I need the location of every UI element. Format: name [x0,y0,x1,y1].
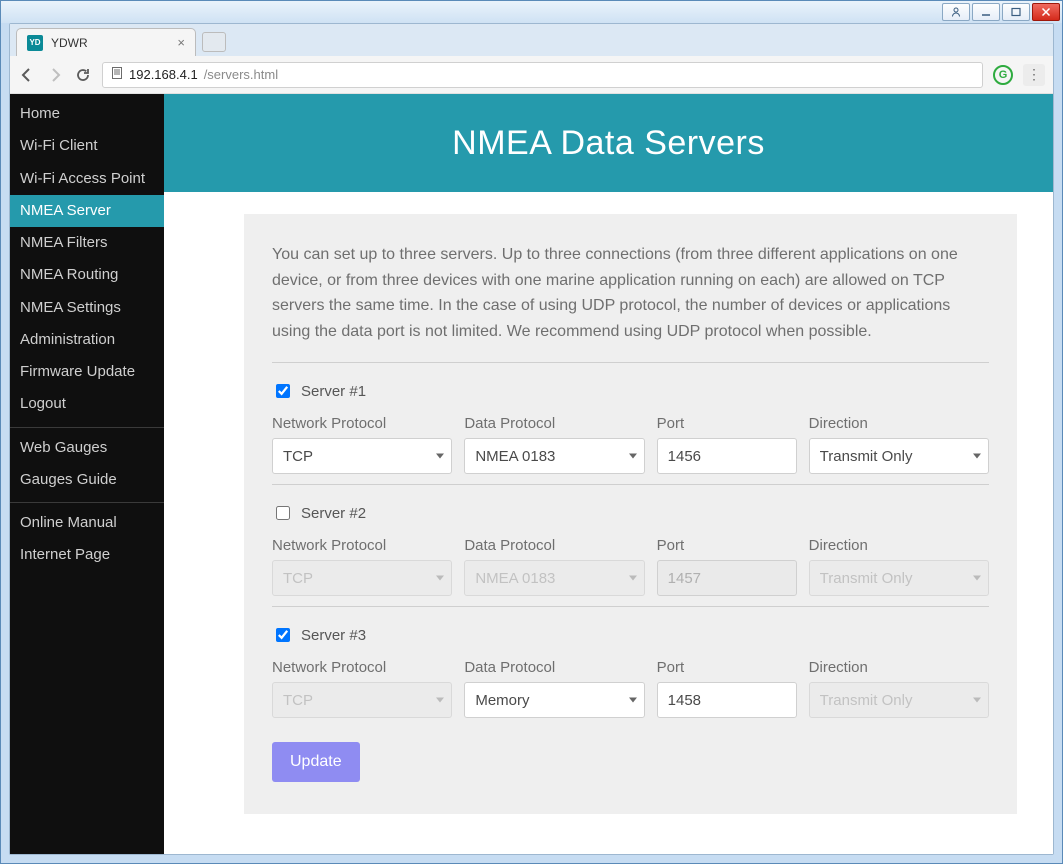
page-header: NMEA Data Servers [164,94,1053,192]
url-input[interactable]: 192.168.4.1/servers.html [102,62,983,88]
reload-icon[interactable] [74,66,92,84]
server-block-1: Server #1 Network Protocol TCP Data Prot… [272,381,989,474]
label-direction: Direction [809,415,989,432]
os-titlebar [1,1,1062,23]
label-data-protocol: Data Protocol [464,537,644,554]
server-head: Server #3 [272,625,989,645]
new-tab-button[interactable] [202,32,226,52]
sidebar-item-internet-page[interactable]: Internet Page [10,539,164,571]
direction-select[interactable]: Transmit Only [809,682,989,718]
server-title: Server #3 [301,627,366,644]
data-protocol-select[interactable]: NMEA 0183 [464,438,644,474]
os-window: YD YDWR × 192.168.4.1/servers.html [0,0,1063,864]
sidebar-item-nmea-server[interactable]: NMEA Server [10,195,164,227]
update-button[interactable]: Update [272,742,360,782]
browser-menu-icon[interactable]: ⋮ [1023,64,1045,86]
port-input[interactable] [657,438,797,474]
page-body: Home Wi-Fi Client Wi-Fi Access Point NME… [10,94,1053,854]
forward-icon[interactable] [46,66,64,84]
url-host: 192.168.4.1 [129,67,198,82]
divider [272,362,989,363]
data-protocol-select[interactable]: Memory [464,682,644,718]
close-button[interactable] [1032,3,1060,21]
sidebar-group: Home Wi-Fi Client Wi-Fi Access Point NME… [10,98,164,428]
content-area: NMEA Data Servers You can set up to thre… [164,94,1053,854]
maximize-button[interactable] [1002,3,1030,21]
sidebar-item-online-manual[interactable]: Online Manual [10,507,164,539]
tab-strip: YD YDWR × [10,24,1053,56]
label-data-protocol: Data Protocol [464,659,644,676]
sidebar: Home Wi-Fi Client Wi-Fi Access Point NME… [10,94,164,854]
direction-select[interactable]: Transmit Only [809,438,989,474]
sidebar-item-nmea-routing[interactable]: NMEA Routing [10,259,164,291]
divider [272,606,989,607]
direction-select[interactable]: Transmit Only [809,560,989,596]
sidebar-item-nmea-settings[interactable]: NMEA Settings [10,292,164,324]
url-path: /servers.html [204,67,278,82]
back-icon[interactable] [18,66,36,84]
sidebar-item-nmea-filters[interactable]: NMEA Filters [10,227,164,259]
server-enable-checkbox[interactable] [276,384,290,398]
port-input[interactable] [657,560,797,596]
settings-panel: You can set up to three servers. Up to t… [244,214,1017,814]
tab-close-icon[interactable]: × [177,35,185,50]
sidebar-item-wifi-client[interactable]: Wi-Fi Client [10,130,164,162]
server-title: Server #2 [301,505,366,522]
label-data-protocol: Data Protocol [464,415,644,432]
sidebar-item-administration[interactable]: Administration [10,324,164,356]
server-enable-checkbox[interactable] [276,628,290,642]
browser-tab[interactable]: YD YDWR × [16,28,196,56]
sidebar-item-gauges-guide[interactable]: Gauges Guide [10,464,164,496]
sidebar-group: Online Manual Internet Page [10,507,164,578]
data-protocol-select[interactable]: NMEA 0183 [464,560,644,596]
label-network-protocol: Network Protocol [272,659,452,676]
label-direction: Direction [809,537,989,554]
label-port: Port [657,415,797,432]
extension-icon[interactable]: G [993,65,1013,85]
browser-toolbar: 192.168.4.1/servers.html G ⋮ [10,56,1053,94]
server-block-2: Server #2 Network Protocol TCP Data Prot… [272,503,989,596]
page-title: NMEA Data Servers [452,124,765,163]
divider [272,484,989,485]
network-protocol-select[interactable]: TCP [272,682,452,718]
sidebar-item-home[interactable]: Home [10,98,164,130]
sidebar-item-web-gauges[interactable]: Web Gauges [10,432,164,464]
server-head: Server #2 [272,503,989,523]
favicon-icon: YD [27,35,43,51]
label-port: Port [657,659,797,676]
label-port: Port [657,537,797,554]
server-title: Server #1 [301,383,366,400]
site-info-icon[interactable] [111,67,123,82]
server-block-3: Server #3 Network Protocol TCP Data Prot… [272,625,989,718]
network-protocol-select[interactable]: TCP [272,560,452,596]
sidebar-group: Web Gauges Gauges Guide [10,432,164,504]
sidebar-item-firmware[interactable]: Firmware Update [10,356,164,388]
label-network-protocol: Network Protocol [272,537,452,554]
browser-frame: YD YDWR × 192.168.4.1/servers.html [9,23,1054,855]
label-direction: Direction [809,659,989,676]
intro-text: You can set up to three servers. Up to t… [272,242,989,344]
user-account-button[interactable] [942,3,970,21]
sidebar-item-wifi-ap[interactable]: Wi-Fi Access Point [10,163,164,195]
server-head: Server #1 [272,381,989,401]
minimize-button[interactable] [972,3,1000,21]
label-network-protocol: Network Protocol [272,415,452,432]
network-protocol-select[interactable]: TCP [272,438,452,474]
tab-title: YDWR [51,36,169,50]
port-input[interactable] [657,682,797,718]
server-enable-checkbox[interactable] [276,506,290,520]
sidebar-item-logout[interactable]: Logout [10,388,164,420]
